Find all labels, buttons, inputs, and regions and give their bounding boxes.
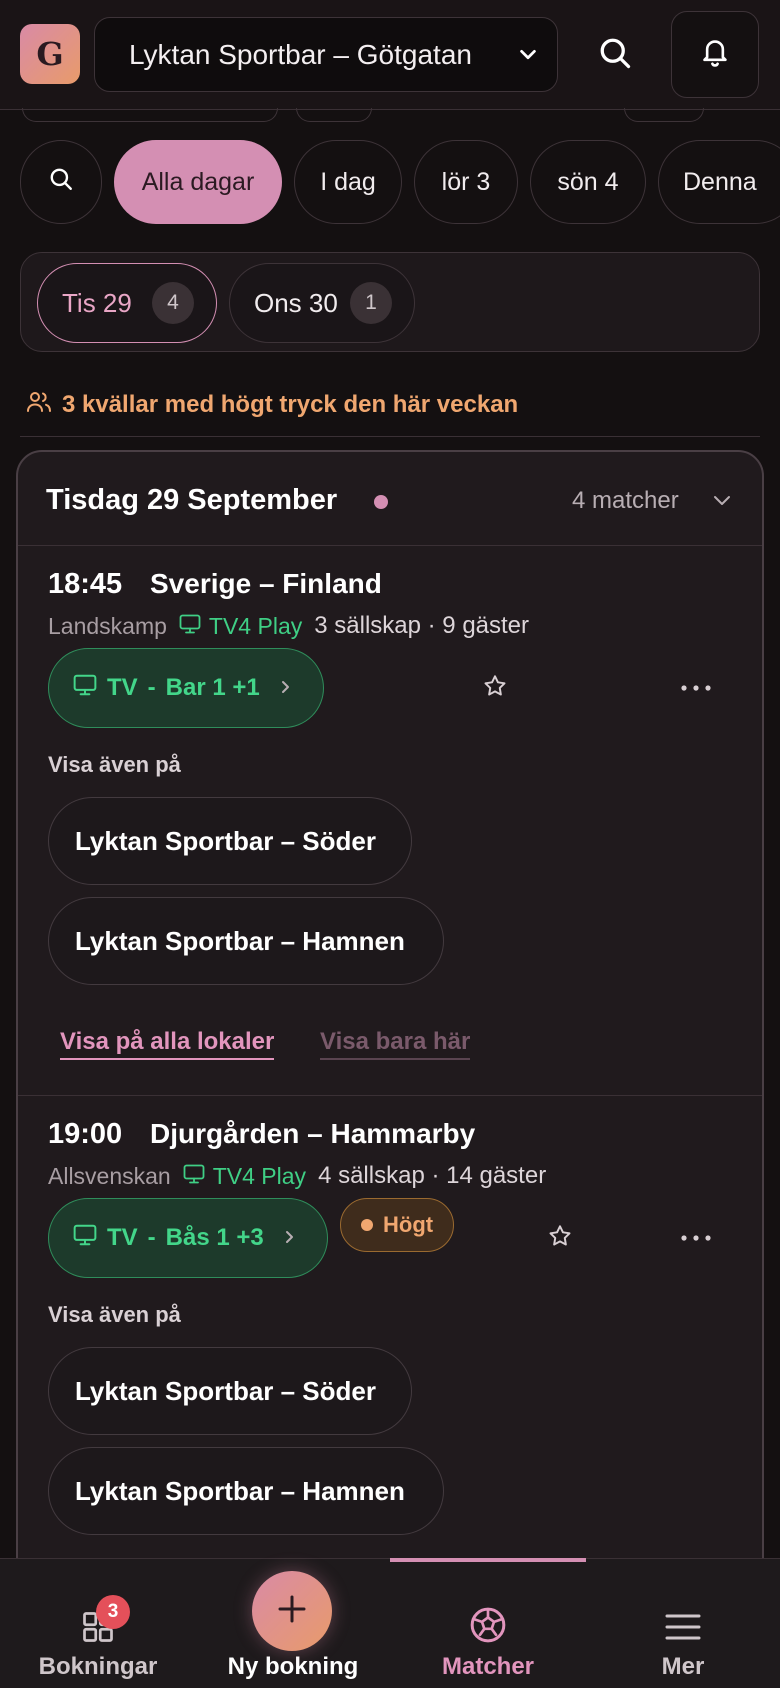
search-icon: [597, 35, 633, 76]
favorite-button[interactable]: [473, 666, 517, 710]
brand-logo[interactable]: G: [20, 24, 80, 84]
filter-chip-sun[interactable]: sön 4: [530, 140, 646, 224]
day-tab-count: 4: [152, 282, 194, 324]
search-icon: [48, 166, 74, 199]
tv-assignment-button[interactable]: TV - Bås 1 +3: [48, 1198, 328, 1278]
match-league: Landskamp: [48, 612, 167, 639]
day-tab-wed[interactable]: Ons 30 1: [229, 263, 415, 343]
divider: [20, 436, 760, 437]
more-horizontal-icon: [680, 679, 712, 697]
match-stats: 4 sällskap · 14 gäster: [318, 1162, 547, 1189]
menu-icon: [664, 1611, 702, 1648]
also-venue-button[interactable]: Lyktan Sportbar – Söder: [48, 797, 412, 885]
day-card-header[interactable]: Tisdag 29 September 4 matcher: [18, 452, 762, 546]
bookings-badge: 3: [96, 1595, 130, 1629]
football-icon: [468, 1605, 508, 1650]
tv-separator: -: [147, 674, 156, 701]
plus-icon: [276, 1593, 308, 1630]
day-tab-label: Tis 29: [62, 287, 132, 318]
match-time: 18:45: [48, 568, 123, 600]
filter-chip-today[interactable]: I dag: [294, 140, 402, 224]
favorite-button[interactable]: [538, 1216, 582, 1260]
pressure-note-text: 3 kvällar med högt tryck den här veckan: [62, 391, 519, 418]
match-title[interactable]: Sverige – Finland: [150, 568, 382, 600]
venue-select-value: Lyktan Sportbar – Götgatan: [129, 38, 472, 70]
nav-label: Matcher: [441, 1653, 535, 1680]
also-venue-button[interactable]: Lyktan Sportbar – Söder: [48, 1347, 412, 1435]
match-divider: [18, 1095, 762, 1096]
day-tab-count: 1: [350, 282, 392, 324]
day-card: Tisdag 29 September 4 matcher 18:45 Sver…: [16, 450, 764, 1688]
day-card-title: Tisdag 29 September: [46, 484, 338, 516]
filter-chip-sat[interactable]: lör 3: [414, 140, 518, 224]
match-channel-label: TV4 Play: [212, 1162, 307, 1189]
tv-icon: [73, 1224, 97, 1253]
day-tabs: Tis 29 4 Ons 30 1: [20, 252, 760, 352]
chevron-down-icon[interactable]: [712, 494, 732, 513]
tv-label: TV: [107, 674, 138, 701]
high-pressure-badge: Högt: [340, 1198, 455, 1252]
active-tab-indicator: [390, 1558, 586, 1562]
show-all-venues-link[interactable]: Visa på alla lokaler: [60, 1028, 275, 1060]
chevron-right-icon: [280, 674, 292, 702]
more-options-button[interactable]: [674, 666, 718, 710]
chevron-right-icon: [284, 1224, 296, 1252]
tv-icon: [73, 674, 97, 703]
top-header: G Lyktan Sportbar – Götgatan: [0, 0, 780, 110]
tv-target: Bås 1 +3: [165, 1224, 264, 1251]
nav-label: Bokningar: [38, 1653, 158, 1680]
match-meta: Landskamp TV4 Play 3 sällskap · 9 gäster: [48, 612, 529, 640]
also-venue-button[interactable]: Lyktan Sportbar – Hamnen: [48, 897, 444, 985]
status-dot: [361, 1219, 373, 1231]
tv-separator: -: [147, 1224, 156, 1251]
match-channel-label: TV4 Play: [208, 612, 303, 639]
tv-icon: [183, 1163, 205, 1190]
day-indicator-dot: [374, 495, 388, 509]
pressure-note: 3 kvällar med högt tryck den här veckan: [26, 388, 518, 422]
nav-item-matches[interactable]: Matcher: [390, 1559, 586, 1688]
match-stats: 3 sällskap · 9 gäster: [314, 612, 530, 639]
scrolled-pill: [22, 108, 278, 122]
new-booking-fab[interactable]: [252, 1571, 332, 1651]
match-meta: Allsvenskan TV4 Play 4 sällskap · 14 gäs…: [48, 1162, 546, 1190]
match-title[interactable]: Djurgården – Hammarby: [150, 1118, 475, 1150]
tv-label: TV: [107, 1224, 138, 1251]
match-time: 19:00: [48, 1118, 123, 1150]
more-options-button[interactable]: [674, 1216, 718, 1260]
nav-item-bookings[interactable]: Bokningar: [0, 1559, 196, 1688]
scrolled-pill: [296, 108, 372, 122]
more-horizontal-icon: [680, 1229, 712, 1247]
notifications-button[interactable]: [671, 11, 759, 98]
match-league: Allsvenskan: [48, 1162, 171, 1189]
tv-target: Bar 1 +1: [165, 674, 260, 701]
tv-assignment-button[interactable]: TV - Bar 1 +1: [48, 648, 324, 728]
bell-icon: [699, 35, 731, 74]
also-show-label: Visa även på: [48, 1302, 181, 1327]
filter-search-button[interactable]: [20, 140, 102, 224]
filter-chip-this-week[interactable]: Denna: [658, 140, 780, 224]
match-channel: TV4 Play: [183, 1163, 306, 1190]
scrolled-pill: [624, 108, 704, 122]
star-icon: [547, 1223, 573, 1254]
star-icon: [482, 673, 508, 704]
nav-label: Mer: [661, 1653, 705, 1680]
nav-label: Ny bokning: [227, 1653, 359, 1680]
also-show-label: Visa även på: [48, 752, 181, 777]
search-button[interactable]: [590, 30, 640, 80]
venue-select[interactable]: Lyktan Sportbar – Götgatan: [94, 17, 558, 92]
show-only-here-link[interactable]: Visa bara här: [320, 1028, 471, 1060]
filter-chip-all-days[interactable]: Alla dagar: [114, 140, 282, 224]
badge-label: Högt: [383, 1212, 434, 1237]
chevron-down-icon: [517, 44, 539, 71]
users-icon: [26, 390, 52, 421]
tv-icon: [179, 613, 201, 640]
nav-item-more[interactable]: Mer: [586, 1559, 780, 1688]
also-venue-button[interactable]: Lyktan Sportbar – Hamnen: [48, 1447, 444, 1535]
day-card-count: 4 matcher: [572, 487, 679, 514]
day-tab-label: Ons 30: [254, 287, 338, 318]
match-channel: TV4 Play: [179, 613, 302, 640]
day-tab-tue[interactable]: Tis 29 4: [37, 263, 217, 343]
